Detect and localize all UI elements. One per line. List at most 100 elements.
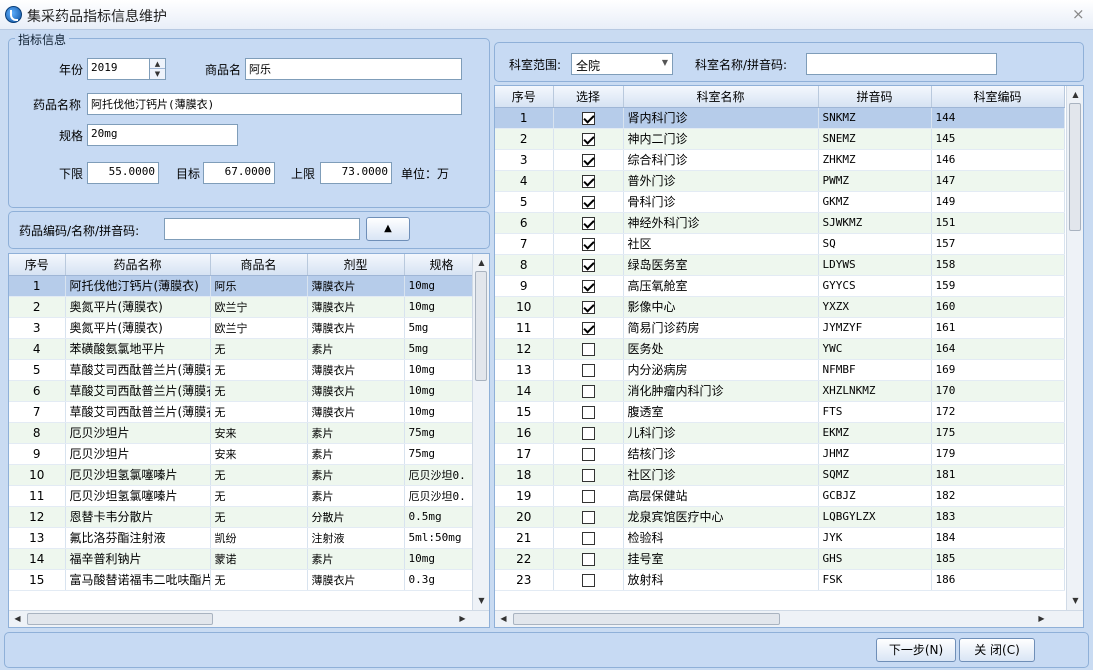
spec-input[interactable]: 20mg <box>87 124 238 146</box>
spin-down-icon[interactable]: ▼ <box>150 69 165 79</box>
table-row[interactable]: 16 儿科门诊 EKMZ 175 <box>495 422 1065 444</box>
select-checkbox[interactable] <box>581 258 595 272</box>
table-row[interactable]: 9 高压氧舱室 GYYCS 159 <box>495 275 1065 297</box>
scroll-down-icon[interactable]: ▼ <box>473 596 489 605</box>
scroll-left-icon[interactable]: ◀ <box>9 614 26 623</box>
select-checkbox[interactable] <box>581 447 595 461</box>
table-row[interactable]: 4 普外门诊 PWMZ 147 <box>495 170 1065 192</box>
spin-up-icon[interactable]: ▲ <box>150 59 165 69</box>
select-checkbox[interactable] <box>581 468 595 482</box>
column-header[interactable]: 规格 <box>404 254 480 276</box>
collapse-button[interactable]: ▲ <box>366 217 410 241</box>
select-checkbox[interactable] <box>581 489 595 503</box>
select-checkbox[interactable] <box>581 573 595 587</box>
drug-name-input[interactable]: 阿托伐他汀钙片(薄膜衣) <box>87 93 462 115</box>
scroll-right-icon[interactable]: ▶ <box>454 614 471 623</box>
table-row[interactable]: 7 草酸艾司西酞普兰片(薄膜衣) 无薄膜衣片 10mg <box>9 401 480 423</box>
dept-name-input[interactable] <box>806 53 997 75</box>
select-checkbox[interactable] <box>581 300 595 314</box>
table-row[interactable]: 5 骨科门诊 GKMZ 149 <box>495 191 1065 213</box>
table-row[interactable]: 10 厄贝沙坦氢氯噻嗪片无素片 厄贝沙坦0. <box>9 464 480 486</box>
scroll-down-icon[interactable]: ▼ <box>1067 596 1083 605</box>
table-row[interactable]: 8 厄贝沙坦片 安来 素片 75mg <box>9 422 480 444</box>
close-button[interactable]: 关 闭(C) <box>959 638 1035 662</box>
select-checkbox[interactable] <box>581 111 595 125</box>
dept-grid-vscrollbar[interactable]: ▲ ▼ <box>1066 86 1083 610</box>
select-checkbox[interactable] <box>581 363 595 377</box>
year-spinner[interactable]: ▲ ▼ <box>149 58 166 80</box>
table-row[interactable]: 13 内分泌病房 NFMBF 169 <box>495 359 1065 381</box>
select-checkbox[interactable] <box>581 342 595 356</box>
table-row[interactable]: 20 龙泉宾馆医疗中心 LQBGYLZX 183 <box>495 506 1065 528</box>
column-header[interactable]: 剂型 <box>307 254 405 276</box>
table-row[interactable]: 6 神经外科门诊 SJWKMZ 151 <box>495 212 1065 234</box>
column-header[interactable]: 序号 <box>495 86 554 108</box>
table-row[interactable]: 11 厄贝沙坦氢氯噻嗪片无素片 厄贝沙坦0. <box>9 485 480 507</box>
table-row[interactable]: 18 社区门诊 SQMZ 181 <box>495 464 1065 486</box>
table-row[interactable]: 1 阿托伐他汀钙片(薄膜衣) 阿乐 薄膜衣片 10mg <box>9 275 480 297</box>
select-checkbox[interactable] <box>581 216 595 230</box>
table-row[interactable]: 15 富马酸替诺福韦二吡呋酯片无薄膜衣片 0.3g <box>9 569 480 591</box>
column-header[interactable]: 商品名 <box>210 254 308 276</box>
trade-name-input[interactable]: 阿乐 <box>245 58 462 80</box>
select-checkbox[interactable] <box>581 426 595 440</box>
scroll-thumb[interactable] <box>1069 103 1081 231</box>
column-header[interactable]: 药品名称 <box>65 254 211 276</box>
year-input[interactable]: 2019 <box>87 58 150 80</box>
table-row[interactable]: 14 福辛普利钠片 蒙诺 素片 10mg <box>9 548 480 570</box>
table-row[interactable]: 23 放射科 FSK 186 <box>495 569 1065 591</box>
column-header[interactable]: 科室名称 <box>623 86 819 108</box>
dept-grid-hscrollbar[interactable]: ◀ ▶ <box>495 610 1083 627</box>
select-checkbox[interactable] <box>581 153 595 167</box>
scroll-right-icon[interactable]: ▶ <box>1033 614 1050 623</box>
close-icon[interactable]: × <box>1072 5 1085 23</box>
table-row[interactable]: 10 影像中心 YXZX 160 <box>495 296 1065 318</box>
table-row[interactable]: 1 肾内科门诊 SNKMZ 144 <box>495 107 1065 129</box>
table-row[interactable]: 14 消化肿瘤内科门诊 XHZLNKMZ 170 <box>495 380 1065 402</box>
table-row[interactable]: 2 奥氮平片(薄膜衣) 欧兰宁 薄膜衣片 10mg <box>9 296 480 318</box>
select-checkbox[interactable] <box>581 132 595 146</box>
table-row[interactable]: 7 社区 SQ 157 <box>495 233 1065 255</box>
target-input[interactable]: 67.0000 <box>203 162 275 184</box>
table-row[interactable]: 21 检验科 JYK 184 <box>495 527 1065 549</box>
table-row[interactable]: 2 神内二门诊 SNEMZ 145 <box>495 128 1065 150</box>
lower-limit-input[interactable]: 55.0000 <box>87 162 159 184</box>
scroll-thumb[interactable] <box>475 271 487 381</box>
select-checkbox[interactable] <box>581 279 595 293</box>
scroll-up-icon[interactable]: ▲ <box>1067 90 1083 99</box>
table-row[interactable]: 6 草酸艾司西酞普兰片(薄膜衣) 无薄膜衣片 10mg <box>9 380 480 402</box>
table-row[interactable]: 9 厄贝沙坦片 安来 素片 75mg <box>9 443 480 465</box>
scroll-up-icon[interactable]: ▲ <box>473 258 489 267</box>
drug-grid-vscrollbar[interactable]: ▲ ▼ <box>472 254 489 610</box>
drug-grid-hscrollbar[interactable]: ◀ ▶ <box>9 610 489 627</box>
table-row[interactable]: 19 高层保健站 GCBJZ 182 <box>495 485 1065 507</box>
table-row[interactable]: 12 恩替卡韦分散片无分散片 0.5mg <box>9 506 480 528</box>
select-checkbox[interactable] <box>581 405 595 419</box>
scroll-thumb[interactable] <box>27 613 213 625</box>
select-checkbox[interactable] <box>581 174 595 188</box>
column-header[interactable]: 科室编码 <box>931 86 1065 108</box>
select-checkbox[interactable] <box>581 552 595 566</box>
table-row[interactable]: 3 奥氮平片(薄膜衣) 欧兰宁 薄膜衣片 5mg <box>9 317 480 339</box>
select-checkbox[interactable] <box>581 237 595 251</box>
select-checkbox[interactable] <box>581 384 595 398</box>
table-row[interactable]: 8 绿岛医务室 LDYWS 158 <box>495 254 1065 276</box>
next-button[interactable]: 下一步(N) <box>876 638 956 662</box>
column-header[interactable]: 选择 <box>553 86 624 108</box>
table-row[interactable]: 11 简易门诊药房 JYMZYF 161 <box>495 317 1065 339</box>
table-row[interactable]: 12 医务处 YWC 164 <box>495 338 1065 360</box>
scope-select[interactable]: 全院 ▼ <box>571 53 673 75</box>
table-row[interactable]: 4 苯磺酸氨氯地平片无素片 5mg <box>9 338 480 360</box>
select-checkbox[interactable] <box>581 531 595 545</box>
table-row[interactable]: 22 挂号室 GHS 185 <box>495 548 1065 570</box>
table-row[interactable]: 17 结核门诊 JHMZ 179 <box>495 443 1065 465</box>
table-row[interactable]: 15 腹透室 FTS 172 <box>495 401 1065 423</box>
table-row[interactable]: 5 草酸艾司西酞普兰片(薄膜衣) 无薄膜衣片 10mg <box>9 359 480 381</box>
select-checkbox[interactable] <box>581 510 595 524</box>
table-row[interactable]: 13 氟比洛芬酯注射液 凯纷 注射液 5ml:50mg <box>9 527 480 549</box>
upper-limit-input[interactable]: 73.0000 <box>320 162 392 184</box>
select-checkbox[interactable] <box>581 321 595 335</box>
drug-search-input[interactable] <box>164 218 360 240</box>
scroll-left-icon[interactable]: ◀ <box>495 614 512 623</box>
table-row[interactable]: 3 综合科门诊 ZHKMZ 146 <box>495 149 1065 171</box>
